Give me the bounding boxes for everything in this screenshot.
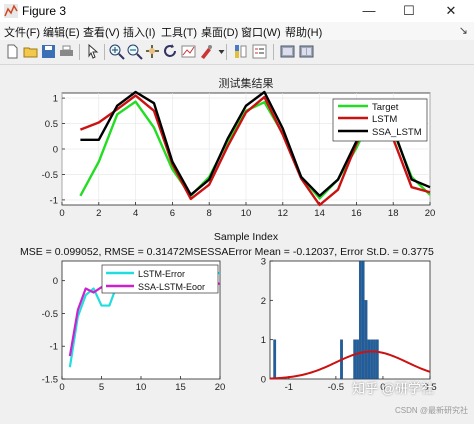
bl-x-tick-label: 0 <box>59 382 64 393</box>
figure-plots: 0 2 4 6 8 10 12 14 16 18 20-1-0.500.51 测试集结果 Sampl… <box>20 76 437 394</box>
legend-ssa-label: SSA_LSTM <box>372 127 422 138</box>
figure-toolbar <box>0 40 474 65</box>
histogram-bar <box>367 339 371 380</box>
hide-plottools-icon[interactable] <box>279 43 296 60</box>
bottom-right-axes: -1 -0.5 0 0.50123 <box>261 257 437 394</box>
top-x-tick-label: 12 <box>278 208 289 219</box>
top-x-tick-label: 16 <box>351 208 362 219</box>
bl-y-tick-label: -0.5 <box>42 309 58 320</box>
zoom-out-icon[interactable] <box>126 43 143 60</box>
legend-icon[interactable] <box>251 43 268 60</box>
menu-help[interactable]: 帮助(H) <box>285 24 322 40</box>
bl-y-tick-label: 0 <box>53 276 58 287</box>
legend-ssa-lstm-error-label: SSA-LSTM-Eoor <box>138 282 205 292</box>
bl-x-tick-label: 10 <box>136 382 147 393</box>
br-y-tick-label: 0 <box>261 375 266 386</box>
br-y-tick-label: 2 <box>261 296 266 307</box>
zoom-in-icon[interactable] <box>108 43 125 60</box>
histogram-bar <box>364 300 368 380</box>
top-x-tick-label: 20 <box>425 208 436 219</box>
window-title: Figure 3 <box>22 4 67 18</box>
show-plottools-icon[interactable] <box>298 43 315 60</box>
br-x-tick-label: -0.5 <box>328 382 344 393</box>
menu-file[interactable]: 文件(F) <box>4 24 40 40</box>
watermark-small: CSDN @最新研究社 <box>394 406 468 415</box>
histogram-bar <box>353 339 357 380</box>
bottom-left-legend: LSTM-Error SSA-LSTM-Eoor <box>101 264 219 294</box>
toolbar-separator <box>226 44 227 60</box>
histogram-bar <box>370 339 374 380</box>
histogram-bar <box>356 339 359 380</box>
figure-canvas: 0 2 4 6 8 10 12 14 16 18 20 -1 -0.5 0 0.5 1 测试集结果 Sampl… <box>0 65 474 419</box>
new-figure-icon[interactable] <box>4 43 21 60</box>
top-x-tick-label: 6 <box>170 208 175 219</box>
top-chart-title: 测试集结果 <box>219 76 274 90</box>
save-icon[interactable] <box>40 43 57 60</box>
rotate-icon[interactable] <box>162 43 179 60</box>
bl-y-tick-label: -1.5 <box>42 375 58 386</box>
print-icon[interactable] <box>58 43 75 60</box>
pointer-icon[interactable] <box>84 43 101 60</box>
open-icon[interactable] <box>22 43 39 60</box>
histogram-bar <box>361 260 365 380</box>
histogram-bar <box>375 339 379 380</box>
top-y-tick-label: -1 <box>50 195 58 206</box>
histogram-bar <box>273 339 277 380</box>
top-axes: 0 2 4 6 8 10 12 14 16 18 20 -1 -0.5 0 0.5 1 测试集结果 Sampl… <box>42 76 436 243</box>
top-x-tick-label: 8 <box>207 208 212 219</box>
pan-icon[interactable] <box>144 43 161 60</box>
menu-bar: 文件(F) 编辑(E) 查看(V) 插入(I) 工具(T) 桌面(D) 窗口(W… <box>0 22 474 40</box>
legend-lstm-error-label: LSTM-Error <box>138 269 185 279</box>
top-x-tick-label: 4 <box>133 208 138 219</box>
histogram-bar <box>358 260 362 380</box>
summary-text: MSE = 0.099052, RMSE = 0.31472MSESSAErro… <box>20 246 434 258</box>
matlab-figure-icon <box>4 4 18 18</box>
top-x-tick-label: 2 <box>96 208 101 219</box>
menu-edit[interactable]: 编辑(E) <box>43 24 80 40</box>
bl-x-tick-label: 20 <box>215 382 226 393</box>
br-y-tick-label: 1 <box>261 335 266 346</box>
top-x-tick-label: 10 <box>241 208 252 219</box>
bottom-left-axes: 0 5 10 15 20 -1.5 -1 -0.5 0 LSTM-Error SSA-LSTM-… <box>42 260 226 393</box>
legend-target-label: Target <box>372 102 399 113</box>
title-bar: Figure 3 — ☐ ✕ <box>0 0 474 22</box>
colorbar-icon[interactable] <box>232 43 249 60</box>
br-y-tick-label: 3 <box>261 257 266 268</box>
top-x-axis-label: Sample Index <box>214 231 279 243</box>
top-x-tick-label: 0 <box>59 208 64 219</box>
menu-tools[interactable]: 工具(T) <box>161 24 197 40</box>
top-y-tick-label: -0.5 <box>42 170 58 181</box>
menu-desktop[interactable]: 桌面(D) <box>201 24 238 40</box>
toolbar-separator <box>104 44 105 60</box>
menu-view[interactable]: 查看(V) <box>83 24 120 40</box>
toolbar-separator <box>79 44 80 60</box>
top-x-tick-label: 14 <box>314 208 325 219</box>
menu-window[interactable]: 窗口(W) <box>241 24 281 40</box>
close-button[interactable]: ✕ <box>436 0 466 22</box>
brush-dropdown-icon[interactable] <box>213 43 225 60</box>
top-y-tick-label: 1 <box>53 94 58 105</box>
top-legend: Target LSTM SSA_LSTM <box>332 98 428 142</box>
bl-x-tick-label: 5 <box>99 382 104 393</box>
watermark: 知乎 @研学社 <box>352 381 434 396</box>
bl-x-tick-label: 15 <box>175 382 186 393</box>
bl-y-tick-label: -1 <box>50 342 58 353</box>
dock-arrow-icon[interactable]: ↘ <box>459 24 468 37</box>
top-y-tick-label: 0 <box>53 145 58 156</box>
top-y-tick-label: 0.5 <box>45 119 58 130</box>
data-cursor-icon[interactable] <box>180 43 197 60</box>
legend-lstm-label: LSTM <box>372 114 397 125</box>
menu-insert[interactable]: 插入(I) <box>123 24 155 40</box>
toolbar-separator <box>273 44 274 60</box>
maximize-button[interactable]: ☐ <box>394 0 424 22</box>
histogram-bar <box>373 339 376 380</box>
br-x-tick-label: -1 <box>285 382 293 393</box>
top-x-tick-label: 18 <box>388 208 399 219</box>
minimize-button[interactable]: — <box>354 0 384 22</box>
